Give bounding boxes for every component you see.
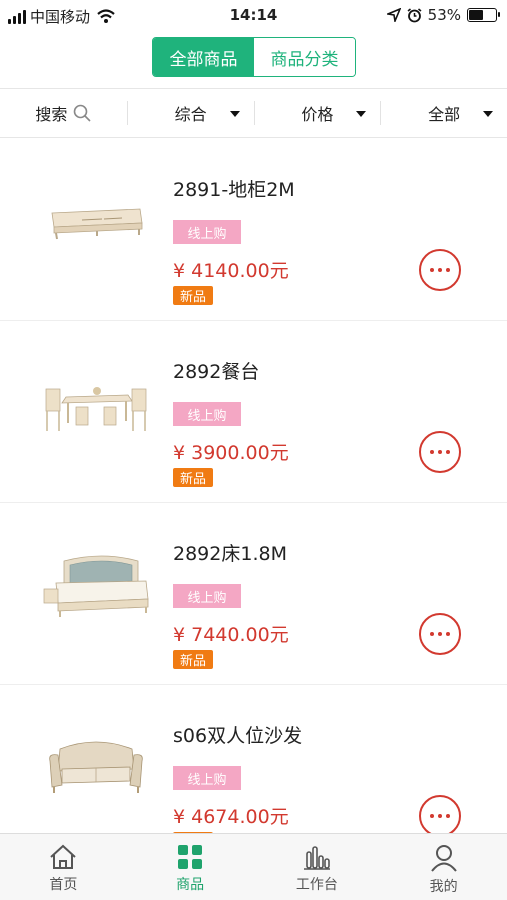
price-label: 价格 bbox=[301, 105, 334, 124]
sofa-image bbox=[49, 741, 143, 793]
dining-set-image bbox=[45, 387, 147, 431]
search-button[interactable]: 搜索 bbox=[0, 89, 127, 137]
tab-all-products[interactable]: 全部商品 bbox=[153, 38, 254, 76]
all-dropdown[interactable]: 全部 bbox=[381, 89, 507, 137]
more-button[interactable] bbox=[419, 431, 461, 473]
status-right: 53% bbox=[386, 6, 500, 24]
product-item[interactable]: s06双人位沙发 线上购 ¥ 4674.00元 新品 bbox=[0, 685, 507, 833]
tab-mine[interactable]: 我的 bbox=[380, 834, 507, 900]
tab-home[interactable]: 首页 bbox=[0, 834, 127, 900]
segment-control: 全部商品 商品分类 bbox=[152, 37, 356, 77]
product-name: 2892床1.8M bbox=[173, 543, 287, 565]
product-item[interactable]: 2891-地柜2M 线上购 ¥ 4140.00元 新品 bbox=[0, 139, 507, 321]
more-button[interactable] bbox=[419, 249, 461, 291]
tab-products-label: 商品 bbox=[176, 877, 205, 893]
grid-icon bbox=[178, 845, 203, 869]
product-name: 2892餐台 bbox=[173, 361, 260, 383]
sort-label: 综合 bbox=[174, 105, 207, 124]
product-price: ¥ 7440.00元 bbox=[173, 624, 289, 646]
battery-icon bbox=[467, 8, 500, 22]
product-name: 2891-地柜2M bbox=[173, 179, 295, 201]
bottom-tab-bar: 首页 商品 工作台 我的 bbox=[0, 833, 507, 900]
product-item[interactable]: 2892床1.8M 线上购 ¥ 7440.00元 新品 bbox=[0, 503, 507, 685]
all-label: 全部 bbox=[428, 105, 461, 124]
tab-home-label: 首页 bbox=[49, 877, 78, 893]
caret-down-icon bbox=[483, 111, 493, 117]
online-purchase-tag: 线上购 bbox=[173, 402, 241, 426]
online-purchase-tag: 线上购 bbox=[173, 220, 241, 244]
tab-workbench[interactable]: 工作台 bbox=[254, 834, 381, 900]
more-button[interactable] bbox=[419, 613, 461, 655]
bed-image bbox=[43, 555, 149, 617]
more-button[interactable] bbox=[419, 795, 461, 833]
sort-dropdown[interactable]: 综合 bbox=[128, 89, 254, 137]
search-icon bbox=[74, 104, 91, 122]
home-icon bbox=[50, 844, 77, 869]
tv-cabinet-image bbox=[51, 208, 143, 240]
status-bar: 中国移动 14:14 53% bbox=[0, 0, 507, 30]
product-price: ¥ 4674.00元 bbox=[173, 806, 289, 828]
alarm-icon bbox=[407, 7, 422, 22]
new-badge: 新品 bbox=[173, 468, 213, 487]
product-list: 2891-地柜2M 线上购 ¥ 4140.00元 新品 2892餐台 线上购 ¥… bbox=[0, 139, 507, 833]
product-name: s06双人位沙发 bbox=[173, 725, 303, 747]
new-badge: 新品 bbox=[173, 286, 213, 305]
new-badge: 新品 bbox=[173, 650, 213, 669]
caret-down-icon bbox=[229, 111, 240, 117]
location-arrow-icon bbox=[386, 8, 401, 22]
tab-products[interactable]: 商品 bbox=[127, 834, 254, 900]
price-dropdown[interactable]: 价格 bbox=[254, 89, 380, 137]
bar-chart-icon bbox=[303, 846, 330, 870]
online-purchase-tag: 线上购 bbox=[173, 584, 241, 608]
online-purchase-tag: 线上购 bbox=[173, 766, 241, 790]
tab-categories[interactable]: 商品分类 bbox=[254, 38, 355, 76]
product-price: ¥ 3900.00元 bbox=[173, 442, 289, 464]
battery-percent: 53% bbox=[427, 6, 461, 24]
user-icon bbox=[430, 845, 457, 872]
caret-down-icon bbox=[356, 111, 367, 117]
filter-bar: 搜索 综合 价格 全部 bbox=[0, 88, 507, 138]
tab-mine-label: 我的 bbox=[429, 879, 458, 895]
product-price: ¥ 4140.00元 bbox=[173, 260, 289, 282]
tab-workbench-label: 工作台 bbox=[295, 877, 338, 893]
search-label: 搜索 bbox=[35, 105, 68, 124]
product-item[interactable]: 2892餐台 线上购 ¥ 3900.00元 新品 bbox=[0, 321, 507, 503]
